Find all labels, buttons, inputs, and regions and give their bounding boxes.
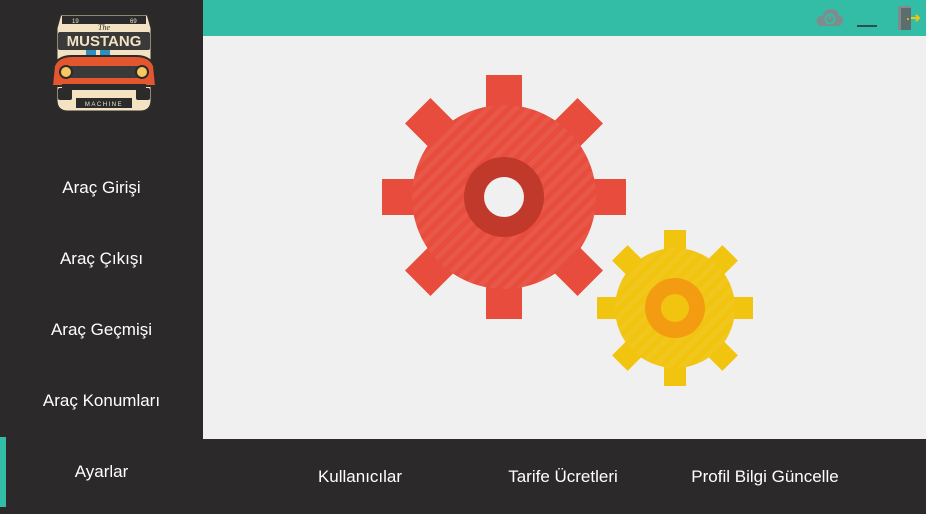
sidebar-item-label: Ayarlar bbox=[74, 462, 129, 481]
gear-large-icon bbox=[382, 75, 626, 319]
svg-text:The: The bbox=[98, 23, 110, 32]
tab-label: Kullanıcılar bbox=[317, 466, 403, 486]
settings-tabs: Kullanıcılar Tarife Ücretleri Profil Bil… bbox=[203, 439, 926, 514]
gear-small-icon bbox=[597, 230, 753, 386]
exit-door-icon[interactable] bbox=[895, 4, 921, 32]
mustang-logo: 19 69 The MUSTANG MACHINE bbox=[50, 12, 158, 114]
sidebar-item-arac-girisi[interactable]: Araç Girişi bbox=[0, 153, 203, 223]
sidebar: 19 69 The MUSTANG MACHINE Araç Girişi Ar… bbox=[0, 0, 203, 514]
tab-tarife-ucretleri[interactable]: Tarife Ücretleri bbox=[483, 439, 643, 514]
sidebar-item-arac-cikisi[interactable]: Araç Çıkışı bbox=[0, 224, 203, 294]
sidebar-item-ayarlar[interactable]: Ayarlar bbox=[0, 437, 203, 507]
svg-text:19: 19 bbox=[72, 19, 79, 25]
main-content bbox=[203, 36, 926, 439]
settings-gears-illustration bbox=[382, 75, 753, 386]
cloud-power-icon[interactable] bbox=[815, 4, 845, 32]
svg-text:MACHINE: MACHINE bbox=[85, 102, 123, 108]
svg-text:69: 69 bbox=[130, 19, 137, 25]
svg-text:MUSTANG: MUSTANG bbox=[67, 33, 142, 50]
sidebar-item-label: Araç Girişi bbox=[62, 178, 141, 197]
tab-profil-bilgi-guncelle[interactable]: Profil Bilgi Güncelle bbox=[675, 439, 855, 514]
sidebar-item-label: Araç Çıkışı bbox=[59, 249, 144, 268]
tab-label: Profil Bilgi Güncelle bbox=[691, 466, 839, 486]
tab-kullanicilar[interactable]: Kullanıcılar bbox=[280, 439, 440, 514]
sidebar-item-arac-konumlari[interactable]: Araç Konumları bbox=[0, 366, 203, 436]
tab-label: Tarife Ücretleri bbox=[508, 466, 618, 486]
sidebar-item-label: Araç Geçmişi bbox=[50, 320, 153, 339]
sidebar-item-arac-gecmisi[interactable]: Araç Geçmişi bbox=[0, 295, 203, 365]
title-bar bbox=[203, 0, 926, 36]
minimize-icon[interactable] bbox=[855, 4, 879, 32]
sidebar-item-label: Araç Konumları bbox=[42, 391, 161, 410]
